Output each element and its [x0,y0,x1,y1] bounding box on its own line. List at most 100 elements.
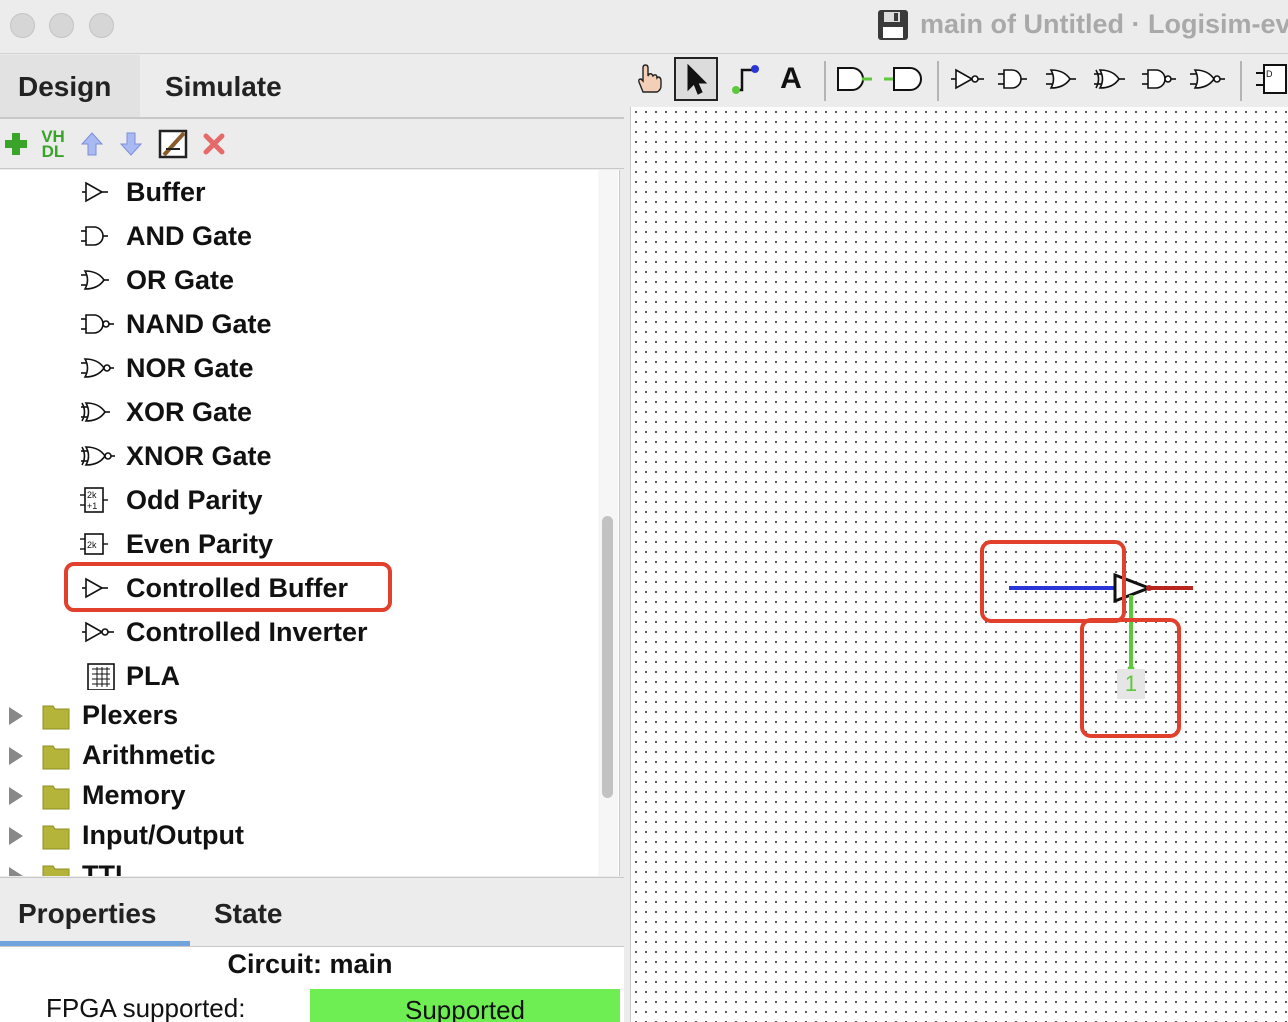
tree-folder-plexers[interactable]: Plexers [0,696,598,736]
odd-parity-icon: 2k+1 [80,487,108,513]
wire-icon [732,65,759,94]
svg-text:2k: 2k [87,540,97,550]
explorer-toolbar: VH DL [0,119,624,169]
input-pin-button[interactable] [834,57,874,101]
tree-item-label: NAND Gate [126,308,272,339]
tree-item-label: XOR Gate [126,396,253,427]
tree-folder-arithmetic[interactable]: Arithmetic [0,736,598,776]
tree-item-xnor-gate[interactable]: XNOR Gate [0,434,598,478]
toolbar-separator [937,61,939,101]
add-vhdl-button[interactable]: VH DL [37,125,69,163]
tab-simulate[interactable]: Simulate [145,55,345,119]
more-tools-button[interactable]: D [1252,57,1288,101]
nand-gate-icon [81,314,114,334]
or-gate-icon [81,270,109,290]
fpga-supported-label: FPGA supported: [46,993,246,1022]
or-gate-tool-button[interactable] [1042,57,1082,101]
tree-item-label: Buffer [126,176,206,207]
expand-arrow-icon[interactable] [9,747,23,765]
tree-item-label: XNOR Gate [126,440,272,471]
tree-item-label: Controlled Inverter [126,616,368,647]
xnor-gate-icon [81,446,115,466]
circuit-canvas[interactable]: 1 [630,107,1288,1022]
move-down-button[interactable] [115,125,147,163]
svg-text:D: D [1266,69,1273,79]
tree-item-label: Even Parity [126,528,274,559]
tree-folder-input-output[interactable]: Input/Output [0,816,598,856]
tab-state[interactable]: State [214,898,282,930]
floppy-disk-icon [878,10,908,40]
arrow-up-icon [80,132,104,156]
xor-gate-tool-button[interactable] [1090,57,1130,101]
expand-arrow-icon[interactable] [9,867,23,876]
tree-item-nor-gate[interactable]: NOR Gate [0,346,598,390]
selection-highlight [64,562,392,612]
output-port [1146,585,1152,591]
move-up-button[interactable] [76,125,108,163]
add-circuit-button[interactable] [0,125,32,163]
nor-gate-icon [1190,69,1225,89]
tab-design[interactable]: Design [0,55,140,119]
folder-icon [42,705,70,730]
expand-arrow-icon[interactable] [9,707,23,725]
arrow-cursor-icon [687,63,708,95]
minimize-window-button[interactable] [49,13,74,38]
delete-circuit-button[interactable] [198,125,230,163]
tree-item-label: AND Gate [126,220,253,251]
canvas-toolbar: A D [628,55,1288,105]
tree-item-odd-parity[interactable]: 2k +1 Odd Parity [0,478,598,522]
tree-item-label: Odd Parity [126,484,263,515]
fpga-supported-value: Supported [310,989,620,1022]
output-pin-button[interactable] [882,57,924,101]
title-bar: main of Untitled · Logisim-evolution [0,0,1288,54]
pla-icon [87,663,115,690]
nand-gate-icon [1142,69,1176,89]
expand-arrow-icon[interactable] [9,827,23,845]
tree-item-xor-gate[interactable]: XOR Gate [0,390,598,434]
tree-folder-memory[interactable]: Memory [0,776,598,816]
text-tool-button[interactable]: A [773,57,809,101]
tree-item-pla[interactable]: PLA [0,654,598,698]
input-pin-icon [837,67,872,91]
zoom-window-button[interactable] [89,13,114,38]
or-gate-icon [1046,69,1076,89]
folder-icon [42,745,70,770]
tree-item-label: NOR Gate [126,352,254,383]
xor-gate-icon [81,402,110,422]
tree-item-buffer[interactable]: Buffer [0,170,598,214]
not-gate-tool-button[interactable] [948,57,988,101]
select-tool-button[interactable] [674,57,718,101]
expand-arrow-icon[interactable] [9,787,23,805]
output-pin-icon [884,67,922,91]
register-icon: D [1256,64,1287,94]
tree-item-even-parity[interactable]: 2k Even Parity [0,522,598,566]
nor-gate-tool-button[interactable] [1186,57,1228,101]
wire-tool-button[interactable] [726,57,762,101]
vhdl-icon-bottom: DL [41,142,65,161]
folder-label: Plexers [82,700,179,730]
left-tab-bar: Design Simulate [0,55,628,119]
folder-icon [42,825,70,850]
nand-gate-tool-button[interactable] [1138,57,1180,101]
tree-folder-ttl[interactable]: TTL [0,856,598,876]
toolbar-separator [824,61,826,101]
arrow-down-icon [119,132,143,156]
tree-item-or-gate[interactable]: OR Gate [0,258,598,302]
delete-x-icon [203,133,225,155]
edit-appearance-button[interactable] [157,125,189,163]
tree-item-controlled-inverter[interactable]: Controlled Inverter [0,610,598,654]
properties-tab-bar: Properties State [0,877,624,947]
close-window-button[interactable] [10,13,35,38]
even-parity-icon: 2k [80,533,108,555]
tree-item-nand-gate[interactable]: NAND Gate [0,302,598,346]
tree-item-and-gate[interactable]: AND Gate [0,214,598,258]
tab-properties[interactable]: Properties [18,898,157,930]
and-gate-tool-button[interactable] [994,57,1034,101]
svg-text:2k: 2k [87,490,97,500]
svg-text:+1: +1 [87,501,97,511]
tree-scrollbar-thumb[interactable] [602,516,613,798]
input-highlight-box [980,540,1126,623]
properties-panel: Circuit: main FPGA supported: Supported [0,947,624,1022]
folder-label: Input/Output [82,820,244,850]
poke-tool-button[interactable] [630,57,666,101]
